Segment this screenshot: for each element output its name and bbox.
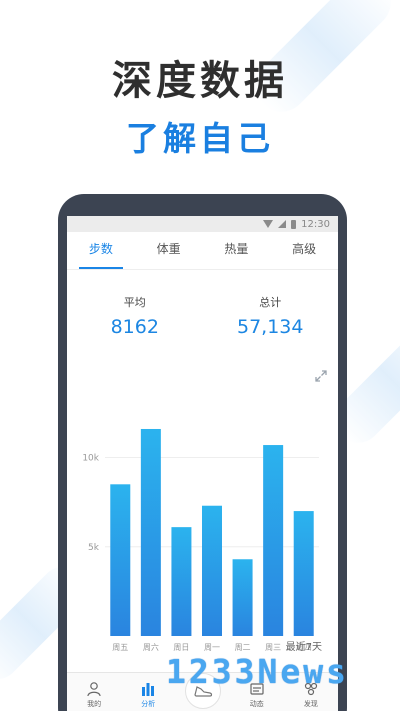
phone-screen: 12:30 步数 体重 热量 高级 平均 8162 总计 57,134 5k 1…	[67, 216, 338, 711]
wifi-icon	[263, 220, 274, 228]
metric-tabs: 步数 体重 热量 高级	[67, 232, 338, 270]
bar-4[interactable]	[232, 559, 253, 636]
x-tick-label: 周三	[265, 643, 281, 652]
tab-steps[interactable]: 步数	[67, 232, 135, 269]
tab-calories[interactable]: 热量	[203, 232, 271, 269]
nav-label-discover: 发现	[303, 699, 318, 708]
expand-icon[interactable]	[314, 368, 328, 382]
tab-weight[interactable]: 体重	[135, 232, 203, 269]
bar-5[interactable]	[263, 445, 284, 636]
x-tick-label: 周二	[235, 643, 251, 652]
headline: 深度数据	[112, 58, 288, 104]
x-tick-label: 周日	[173, 643, 189, 652]
bar-2[interactable]	[171, 527, 192, 636]
stat-average-value: 8162	[110, 316, 159, 338]
subheadline: 了解自己	[126, 119, 274, 158]
nav-label-analysis: 分析	[141, 699, 156, 708]
tab-advanced[interactable]: 高级	[270, 232, 338, 269]
nav-label-feed: 动态	[249, 699, 264, 708]
steps-bar-chart: 5k10k 周五 周六 周日 周一 周二 周三 周四 最近7天	[82, 428, 322, 653]
nav-item-mine[interactable]: 我的	[67, 673, 121, 711]
bar-6[interactable]	[293, 511, 314, 636]
stats-summary: 平均 8162 总计 57,134	[67, 294, 338, 338]
bar-chart-icon	[142, 682, 155, 696]
bar-1[interactable]	[140, 428, 161, 636]
person-icon	[87, 681, 101, 696]
status-bar: 12:30	[67, 216, 338, 232]
stat-average: 平均 8162	[67, 294, 203, 338]
signal-icon	[278, 220, 287, 228]
status-time: 12:30	[301, 218, 330, 230]
bar-0[interactable]	[110, 484, 131, 636]
phone-frame: 12:30 步数 体重 热量 高级 平均 8162 总计 57,134 5k 1…	[58, 194, 347, 711]
bar-3[interactable]	[202, 505, 222, 636]
x-tick-label: 周五	[112, 643, 128, 652]
y-tick-label: 5k	[88, 543, 100, 553]
x-tick-label: 周六	[143, 642, 159, 652]
y-tick-label: 10k	[82, 454, 99, 464]
stat-average-label: 平均	[123, 296, 146, 309]
stat-total-value: 57,134	[237, 316, 304, 338]
nav-label-mine: 我的	[87, 699, 102, 708]
battery-icon	[291, 219, 297, 229]
watermark-logo: 1233News	[166, 652, 349, 691]
x-tick-label: 周一	[204, 643, 220, 652]
stat-total-label: 总计	[259, 296, 282, 309]
stat-total: 总计 57,134	[203, 294, 339, 338]
